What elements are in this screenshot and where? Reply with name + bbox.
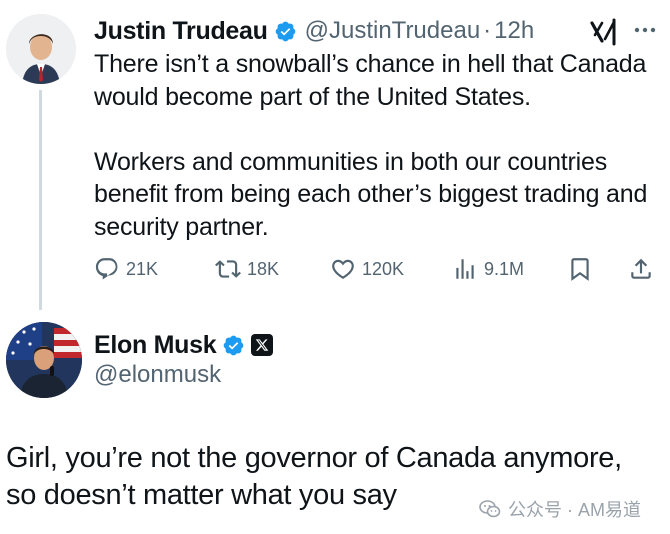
separator-dot: · [483, 17, 492, 44]
grok-icon[interactable] [588, 17, 618, 47]
tweet-paragraph-1: There isn’t a snowball’s chance in hell … [94, 50, 647, 111]
verified-badge-icon [274, 20, 297, 43]
reply-line-1: Girl, you’re not the governor of Canada … [6, 442, 622, 474]
tweet-body: There isn’t a snowball’s chance in hell … [94, 48, 654, 243]
elon-musk-avatar[interactable] [6, 322, 82, 398]
views-icon [456, 259, 474, 279]
x-affiliate-icon [251, 334, 274, 356]
trudeau-avatar[interactable] [6, 14, 76, 84]
watermark: 公众号 · AM易道 [478, 494, 641, 524]
share-icon [631, 258, 651, 279]
views-count: 9.1M [484, 258, 525, 279]
tweet-timestamp[interactable]: 12h [494, 17, 534, 45]
watermark-text: 公众号 · AM易道 [508, 500, 641, 520]
bookmark-icon [571, 258, 589, 281]
thread-connector-line [39, 90, 42, 310]
repost-count: 18K [247, 258, 280, 279]
author-name[interactable]: Justin Trudeau [94, 17, 268, 46]
like-icon [332, 259, 354, 279]
views-button[interactable]: 9.1M [452, 254, 524, 284]
reply-button[interactable]: 21K [94, 254, 158, 284]
reply-author-handle[interactable]: @elonmusk [94, 361, 221, 389]
reply-header: Elon Musk [94, 328, 274, 362]
more-icon[interactable] [630, 18, 660, 42]
repost-icon [215, 260, 241, 278]
repost-button[interactable]: 18K [215, 254, 279, 284]
reply-author-name[interactable]: Elon Musk [94, 331, 217, 360]
reply-icon [95, 258, 118, 280]
share-button[interactable] [628, 254, 654, 284]
bookmark-button[interactable] [567, 254, 593, 284]
author-handle[interactable]: @JustinTrudeau [305, 17, 481, 45]
tweet-header: Justin Trudeau @JustinTrudeau · 12h [94, 14, 534, 48]
wechat-icon [479, 500, 501, 518]
like-button[interactable]: 120K [330, 254, 404, 284]
like-count: 120K [362, 258, 405, 279]
reply-count: 21K [126, 258, 159, 279]
tweet-action-bar: 21K 18K 120K 9.1M [94, 254, 656, 284]
verified-badge-icon [222, 334, 245, 357]
tweet-paragraph-2: Workers and communities in both our coun… [94, 147, 648, 241]
